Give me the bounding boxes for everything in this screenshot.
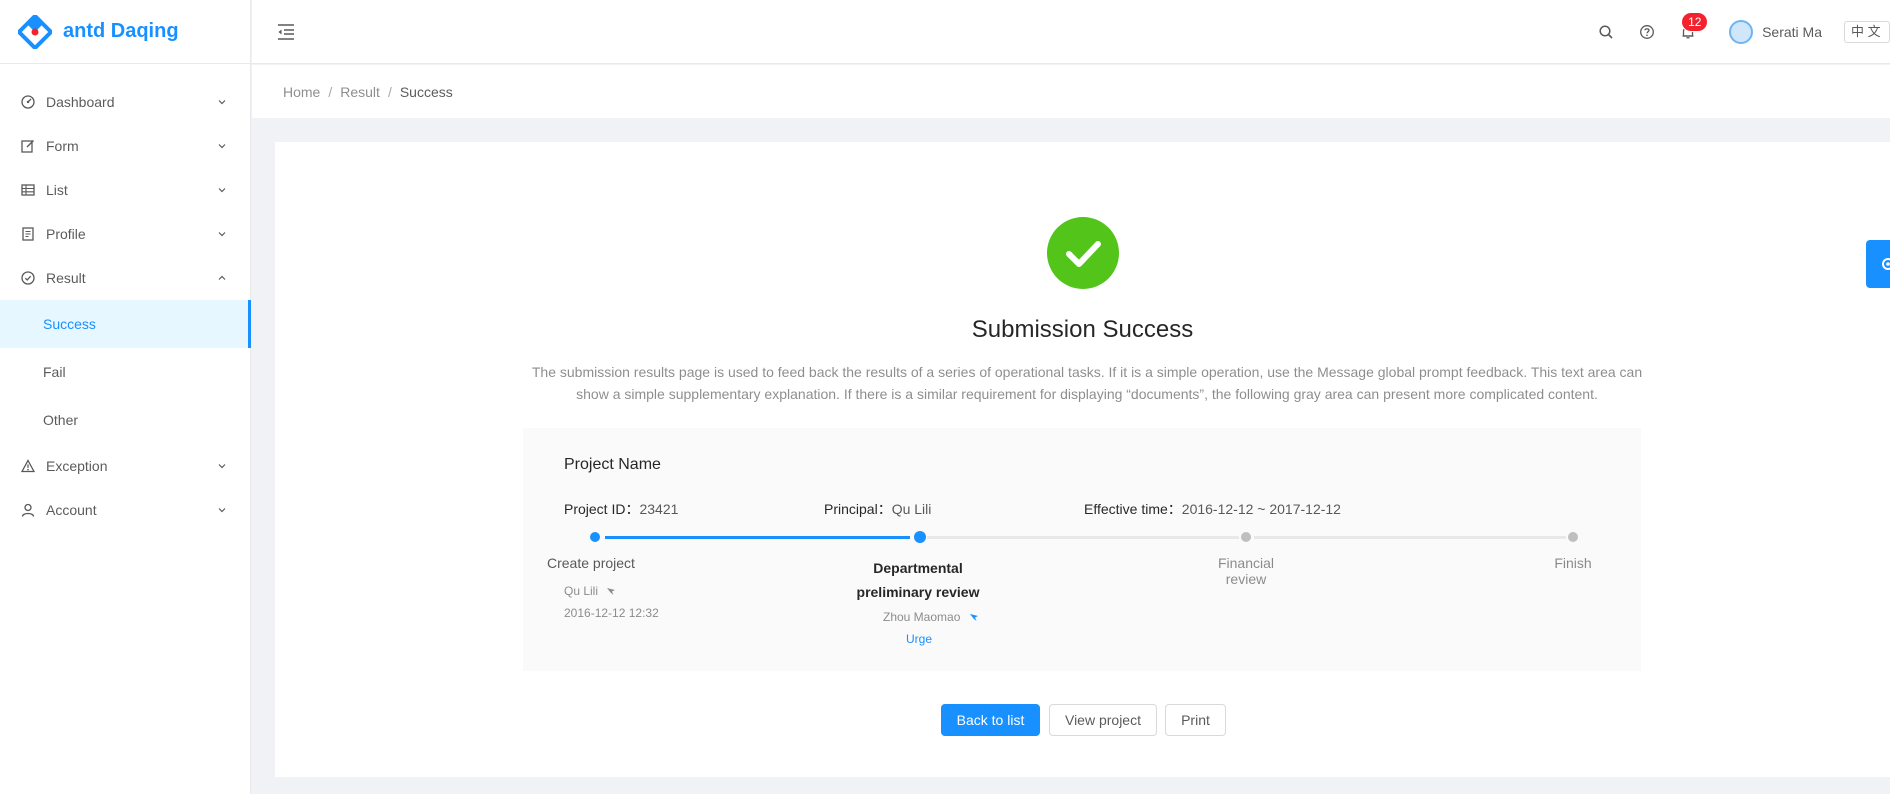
step-title: Financial review (1217, 555, 1275, 587)
breadcrumb-home[interactable]: Home (283, 84, 320, 100)
breadcrumb-separator: / (387, 83, 392, 100)
dingding-icon[interactable] (968, 611, 980, 623)
sidebar-subitem-other[interactable]: Other (0, 396, 250, 444)
principal-value: Qu Lili (891, 501, 932, 517)
sidebar-item-label: Dashboard (46, 94, 115, 110)
header-right: 12 Serati Ma 中 文 (1573, 0, 1890, 64)
project-id: Project ID：23421 (564, 499, 678, 519)
check-circle-icon (20, 270, 36, 286)
project-effective-time: Effective time：2016-12-12 ~ 2017-12-12 (1084, 499, 1341, 519)
step-person-name: Qu Lili (564, 584, 599, 598)
step-person-name: Zhou Maomao (883, 610, 961, 624)
sidebar-subitem-success[interactable]: Success (0, 300, 251, 348)
breadcrumb-result[interactable]: Result (340, 84, 380, 100)
project-id-value: 23421 (639, 501, 679, 517)
breadcrumb: Home / Result / Success (252, 65, 1890, 118)
step-title: Departmental preliminary review (848, 556, 988, 604)
step-connector (927, 536, 1239, 539)
view-project-button[interactable]: View project (1049, 704, 1157, 736)
chevron-up-icon (218, 275, 226, 280)
sidebar-item-label: List (46, 182, 68, 198)
edit-icon (20, 138, 36, 154)
chevron-down-icon (218, 100, 226, 105)
profile-icon (20, 226, 36, 242)
step-dot (914, 531, 926, 543)
step-person: Zhou Maomao (883, 610, 980, 624)
result-card: Submission Success The submission result… (275, 142, 1890, 777)
sidebar-item-label: Fail (43, 364, 66, 380)
sidebar-menu: Dashboard Form List Profile Result Succe… (0, 64, 251, 532)
result-description: The submission results page is used to f… (531, 364, 1643, 402)
step-dot (1241, 532, 1251, 542)
search-icon[interactable] (1598, 24, 1614, 40)
step-title: Create project (547, 555, 635, 571)
chevron-down-icon (218, 188, 226, 193)
sidebar-item-label: Form (46, 138, 79, 154)
step-connector (1254, 536, 1566, 539)
effective-time-label: Effective time： (1084, 501, 1182, 517)
project-id-label: Project ID： (564, 501, 640, 517)
step-dot (590, 532, 600, 542)
sidebar-item-dashboard[interactable]: Dashboard (0, 80, 250, 124)
chevron-down-icon (218, 464, 226, 469)
result-title: Submission Success (971, 316, 1194, 343)
sidebar-item-form[interactable]: Form (0, 124, 250, 168)
app-title: antd Daqing (63, 20, 179, 42)
project-details-panel: Project Name Project ID：23421 Principal：… (523, 428, 1641, 671)
principal-label: Principal： (824, 501, 892, 517)
back-to-list-button[interactable]: Back to list (941, 704, 1040, 736)
chevron-down-icon (218, 144, 226, 149)
chevron-down-icon (218, 232, 226, 237)
effective-time-value: 2016-12-12 ~ 2017-12-12 (1181, 501, 1341, 517)
print-button[interactable]: Print (1165, 704, 1226, 736)
bell-icon[interactable]: 12 (1680, 13, 1708, 40)
avatar[interactable] (1729, 20, 1754, 44)
sidebar-item-label: Success (43, 316, 96, 332)
sidebar-item-exception[interactable]: Exception (0, 444, 250, 488)
sidebar-item-label: Exception (46, 458, 108, 474)
logo-icon (16, 12, 54, 51)
chevron-down-icon (218, 508, 226, 513)
step-connector (605, 536, 910, 539)
sidebar-item-label: Profile (46, 226, 86, 242)
project-principal: Principal：Qu Lili (824, 499, 931, 519)
step-title-line: preliminary review (856, 584, 980, 600)
check-icon (1047, 217, 1119, 289)
step-title: Finish (1554, 555, 1592, 571)
dashboard-icon (20, 94, 36, 110)
sidebar-item-label: Other (43, 412, 79, 428)
step-dot (1568, 532, 1578, 542)
warning-icon (20, 458, 36, 474)
sidebar-item-label: Result (46, 270, 86, 286)
sidebar-item-label: Account (46, 502, 97, 518)
step-person: Qu Lili (564, 584, 617, 598)
sidebar-subitem-fail[interactable]: Fail (0, 348, 250, 396)
user-icon (20, 502, 36, 518)
gear-icon (1882, 258, 1890, 270)
step-title-line: Departmental (873, 560, 963, 576)
logo[interactable]: antd Daqing (0, 0, 250, 64)
notification-badge: 12 (1682, 13, 1708, 31)
sidebar: antd Daqing Dashboard Form List Profile … (0, 0, 251, 794)
sidebar-item-list[interactable]: List (0, 168, 250, 212)
sidebar-item-profile[interactable]: Profile (0, 212, 250, 256)
project-name: Project Name (564, 456, 661, 473)
global-header: 12 Serati Ma 中 文 (252, 0, 1890, 64)
sidebar-item-result[interactable]: Result (0, 256, 250, 300)
menu-fold-icon[interactable] (276, 22, 296, 42)
language-switch-button[interactable]: 中 文 (1844, 21, 1890, 43)
urge-link[interactable]: Urge (906, 632, 932, 646)
step-time: 2016-12-12 12:32 (564, 606, 659, 620)
settings-drawer-handle[interactable] (1866, 240, 1890, 288)
dingding-icon[interactable] (605, 585, 617, 597)
sidebar-item-account[interactable]: Account (0, 488, 250, 532)
user-name[interactable]: Serati Ma (1762, 24, 1822, 40)
table-icon (20, 182, 36, 198)
breadcrumb-separator: / (328, 83, 333, 100)
question-circle-icon[interactable] (1639, 24, 1655, 40)
breadcrumb-current: Success (399, 83, 453, 100)
